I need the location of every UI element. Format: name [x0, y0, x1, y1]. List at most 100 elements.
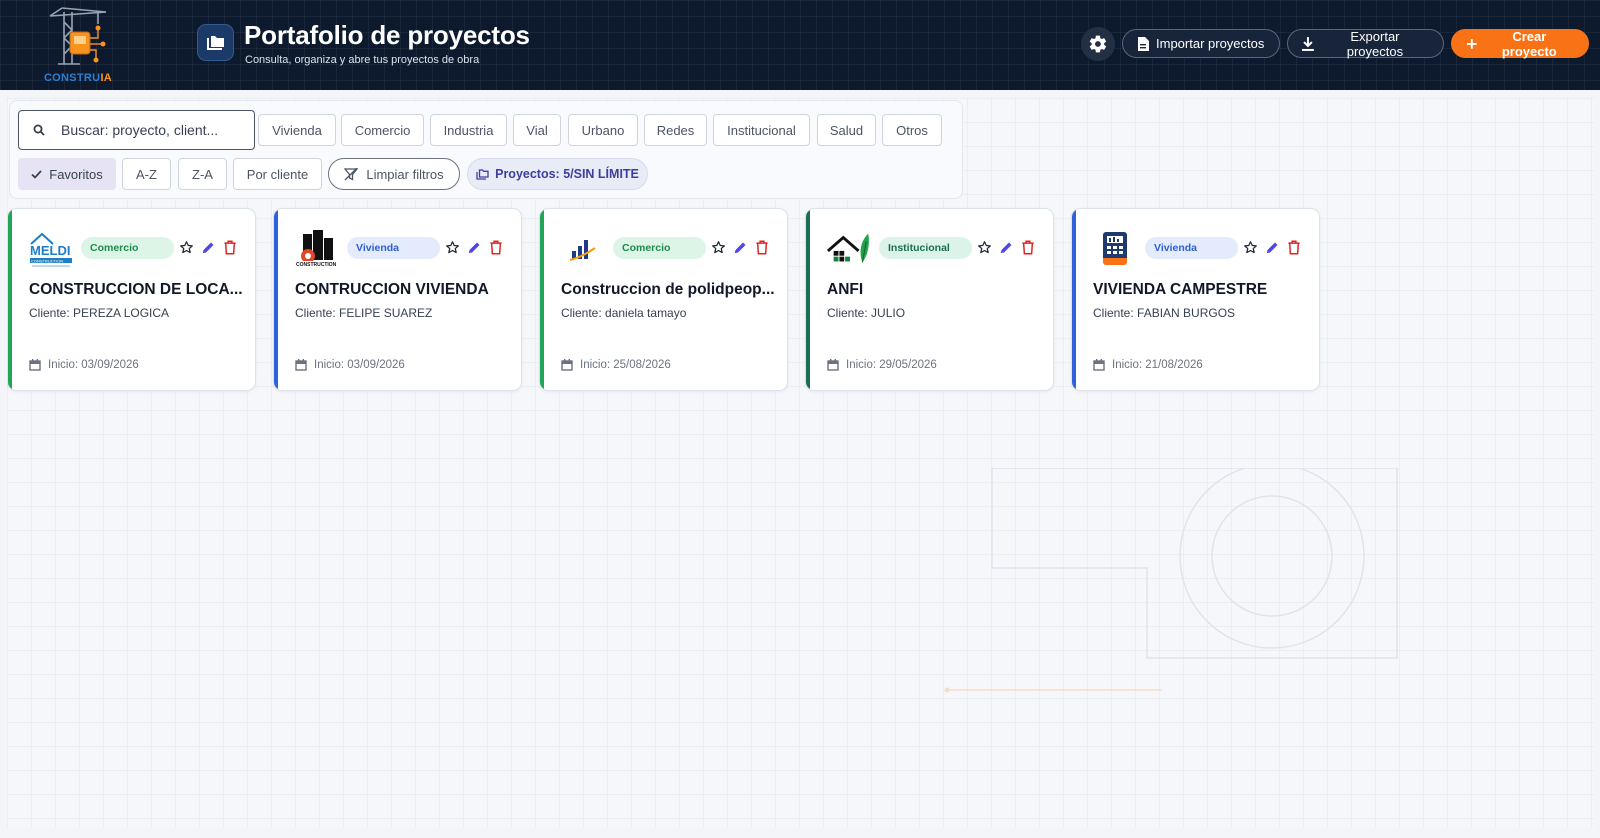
star-outline-icon — [1243, 240, 1257, 253]
calendar-icon — [827, 359, 839, 371]
pencil-icon — [468, 242, 479, 253]
project-client: Cliente: JULIO — [827, 306, 906, 320]
project-logo — [826, 228, 872, 270]
category-chip-redes[interactable]: Redes — [644, 114, 707, 146]
plus-icon — [1466, 38, 1477, 49]
project-name[interactable]: VIVIENDA CAMPESTRE — [1093, 281, 1308, 299]
trash-icon — [490, 240, 502, 254]
category-badge: Comercio — [81, 237, 174, 259]
category-chip-vial[interactable]: Vial — [513, 114, 561, 146]
project-start-date: Inicio: 29/05/2026 — [827, 359, 937, 371]
building-gear-logo-icon: CONSTRUCTION — [296, 230, 338, 268]
project-name[interactable]: CONSTRUCCION DE LOCA... — [29, 281, 244, 299]
favorite-star-button[interactable] — [444, 238, 460, 256]
delete-project-button[interactable] — [488, 238, 504, 256]
edit-project-button[interactable] — [1264, 238, 1280, 256]
import-projects-button[interactable]: Importar proyectos — [1122, 29, 1280, 58]
folders-icon — [476, 168, 489, 180]
meldi-logo-caption: CONSTRUCTION — [31, 258, 63, 263]
project-start-label: Inicio: 21/08/2026 — [1112, 359, 1203, 371]
category-stripe — [1072, 209, 1076, 390]
star-outline-icon — [977, 240, 991, 253]
card-actions — [444, 238, 504, 256]
page-subtitle: Consulta, organiza y abre tus proyectos … — [245, 54, 480, 66]
category-chip-salud[interactable]: Salud — [817, 114, 876, 146]
delete-project-button[interactable] — [222, 238, 238, 256]
folders-icon — [197, 24, 234, 61]
category-chip-vivienda[interactable]: Vivienda — [258, 114, 336, 146]
category-chip-industria[interactable]: Industria — [430, 114, 507, 146]
import-projects-label: Importar proyectos — [1156, 36, 1265, 51]
project-card[interactable]: Comercio Construccion de polidpeop... Cl… — [539, 208, 788, 391]
star-outline-icon — [179, 240, 193, 253]
sort-az-chip[interactable]: A-Z — [122, 158, 171, 190]
project-logo — [1092, 228, 1138, 270]
project-start-label: Inicio: 03/09/2026 — [48, 359, 139, 371]
house-leaf-logo-icon — [826, 233, 869, 263]
card-actions — [976, 238, 1036, 256]
project-start-date: Inicio: 21/08/2026 — [1093, 359, 1203, 371]
create-project-button[interactable]: Crear proyecto — [1451, 29, 1589, 59]
favorite-star-button[interactable] — [178, 238, 194, 256]
edit-project-button[interactable] — [200, 238, 216, 256]
clear-filters-button[interactable]: Limpiar filtros — [328, 158, 460, 190]
star-outline-icon — [711, 240, 725, 253]
search-box[interactable] — [18, 110, 255, 150]
pencil-icon — [1000, 242, 1011, 253]
clear-filters-label: Limpiar filtros — [366, 166, 444, 182]
project-start-label: Inicio: 03/09/2026 — [314, 359, 405, 371]
project-name[interactable]: Construccion de polidpeop... — [561, 281, 776, 299]
project-logo: CONSTRUCTION — [294, 228, 340, 270]
trash-icon — [1288, 240, 1300, 254]
gear-icon — [1089, 35, 1107, 53]
search-icon — [33, 124, 45, 136]
pencil-icon — [202, 242, 213, 253]
favorite-star-button[interactable] — [976, 238, 992, 256]
card-actions — [710, 238, 770, 256]
category-stripe — [8, 209, 12, 390]
favorites-filter-chip[interactable]: Favoritos — [18, 158, 116, 190]
construia-logo[interactable]: CONSTRUIA — [40, 6, 116, 84]
delete-project-button[interactable] — [1286, 238, 1302, 256]
calendar-icon — [29, 359, 41, 371]
project-name[interactable]: ANFI — [827, 281, 1042, 299]
project-start-date: Inicio: 03/09/2026 — [295, 359, 405, 371]
project-card[interactable]: Vivienda VIVIENDA CAMPESTRE Cliente: FAB… — [1071, 208, 1320, 391]
category-chip-institucional[interactable]: Institucional — [713, 114, 810, 146]
edit-project-button[interactable] — [998, 238, 1014, 256]
category-stripe — [806, 209, 810, 390]
project-start-date: Inicio: 25/08/2026 — [561, 359, 671, 371]
category-chip-otros[interactable]: Otros — [882, 114, 942, 146]
delete-project-button[interactable] — [1020, 238, 1036, 256]
top-header: CONSTRUIA Portafolio de proyectos Consul… — [0, 0, 1600, 90]
project-card[interactable]: CONSTRUCTION Vivienda CONTRUCCION VIVIEN… — [273, 208, 522, 391]
favorite-star-button[interactable] — [710, 238, 726, 256]
filter-panel: Vivienda Comercio Industria Vial Urbano … — [9, 100, 963, 199]
project-name[interactable]: CONTRUCCION VIVIENDA — [295, 281, 510, 299]
category-chip-urbano[interactable]: Urbano — [568, 114, 638, 146]
main-content: Vivienda Comercio Industria Vial Urbano … — [7, 98, 1594, 828]
logo-wordmark: CONSTRUIA — [40, 72, 116, 84]
project-card[interactable]: Institucional ANFI Cliente: JULIO Inicio… — [805, 208, 1054, 391]
bar-growth-logo-icon — [569, 240, 596, 261]
logo-wordmark-accent: IA — [100, 72, 113, 84]
search-input[interactable] — [61, 122, 251, 138]
projects-count-label: Proyectos: 5/SIN LÍMITE — [495, 167, 639, 181]
sort-za-chip[interactable]: Z-A — [178, 158, 227, 190]
export-projects-button[interactable]: Exportar proyectos — [1287, 29, 1444, 59]
project-logo — [560, 228, 606, 270]
calculator-logo-icon — [1103, 232, 1127, 265]
edit-project-button[interactable] — [466, 238, 482, 256]
delete-project-button[interactable] — [754, 238, 770, 256]
settings-button[interactable] — [1081, 27, 1115, 61]
category-chip-comercio[interactable]: Comercio — [341, 114, 424, 146]
edit-project-button[interactable] — [732, 238, 748, 256]
projects-count-badge: Proyectos: 5/SIN LÍMITE — [467, 158, 648, 190]
crane-robot-logo-icon — [49, 7, 107, 65]
star-outline-icon — [445, 240, 459, 253]
sort-by-client-chip[interactable]: Por cliente — [233, 158, 322, 190]
favorite-star-button[interactable] — [1242, 238, 1258, 256]
logo-caption: CONSTRUCTION — [296, 262, 337, 268]
project-card[interactable]: MELDI CONSTRUCTION Comercio CONSTRUCCION… — [7, 208, 256, 391]
project-client: Cliente: PEREZA LOGICA — [29, 306, 170, 320]
